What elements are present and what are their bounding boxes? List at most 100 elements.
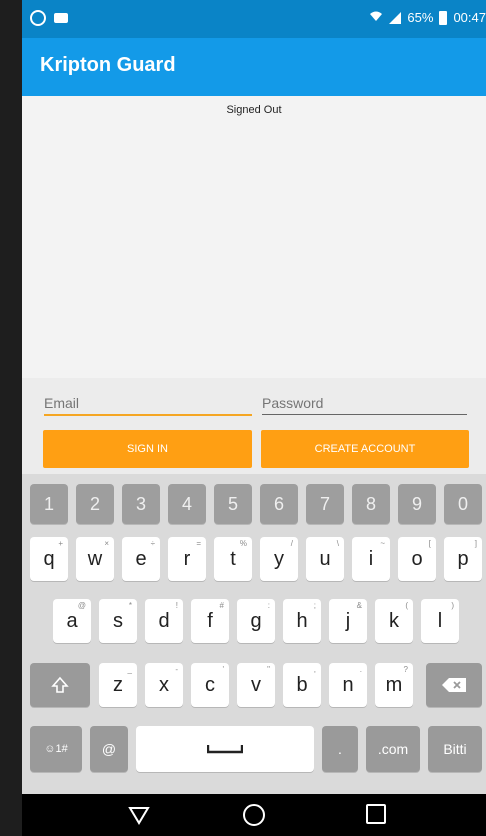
- key-letter: f: [207, 609, 213, 632]
- wifi-icon: [369, 10, 383, 25]
- shift-key[interactable]: [30, 663, 90, 707]
- done-key[interactable]: Bitti: [428, 726, 482, 772]
- key-b[interactable]: b,: [283, 663, 321, 707]
- key-0[interactable]: 0: [444, 484, 482, 524]
- period-key[interactable]: .: [322, 726, 358, 772]
- space-bar-icon: [207, 745, 243, 754]
- key-letter: b: [296, 673, 308, 696]
- key-letter: y: [274, 547, 284, 570]
- key-i[interactable]: i ~: [352, 537, 390, 581]
- key-o[interactable]: o[: [398, 537, 436, 581]
- key-h[interactable]: h;: [283, 599, 321, 643]
- key-k[interactable]: k(: [375, 599, 413, 643]
- back-icon[interactable]: [128, 804, 150, 826]
- key-r[interactable]: r =: [168, 537, 206, 581]
- home-icon[interactable]: [243, 804, 265, 826]
- key-letter: j: [345, 609, 351, 632]
- key-hint: #: [219, 601, 224, 610]
- key-hint: ×: [104, 539, 109, 548]
- key-letter: e: [135, 547, 147, 570]
- login-form: SIGN IN CREATE ACCOUNT: [22, 378, 486, 474]
- email-field[interactable]: [44, 390, 252, 416]
- key-g[interactable]: g:: [237, 599, 275, 643]
- key-j[interactable]: j &: [329, 599, 367, 643]
- key-m[interactable]: m?: [375, 663, 413, 707]
- key-c[interactable]: c ': [191, 663, 229, 707]
- key-l[interactable]: l): [421, 599, 459, 643]
- key-w[interactable]: w ×: [76, 537, 114, 581]
- key-1[interactable]: 1: [30, 484, 68, 524]
- dotcom-key[interactable]: .com: [366, 726, 420, 772]
- key-p[interactable]: p]: [444, 537, 482, 581]
- key-hint: ": [267, 665, 270, 674]
- message-icon: [54, 13, 68, 23]
- key-hint: (: [405, 601, 408, 610]
- recent-apps-icon[interactable]: [366, 804, 386, 824]
- key-letter: d: [158, 609, 170, 632]
- key-letter: m: [385, 673, 403, 696]
- key-6[interactable]: 6: [260, 484, 298, 524]
- key-letter: l: [437, 609, 443, 632]
- key-letter: v: [251, 673, 261, 696]
- content-area: Signed Out: [22, 96, 486, 378]
- key-e[interactable]: e ÷: [122, 537, 160, 581]
- key-3[interactable]: 3: [122, 484, 160, 524]
- key-s[interactable]: s *: [99, 599, 137, 643]
- key-letter: i: [368, 547, 374, 570]
- key-hint: &: [356, 601, 362, 610]
- key-7[interactable]: 7: [306, 484, 344, 524]
- key-a[interactable]: a @: [53, 599, 91, 643]
- key-hint: !: [175, 601, 178, 610]
- status-bar: 65% 00:47: [22, 0, 486, 38]
- key-y[interactable]: y /: [260, 537, 298, 581]
- key-letter: c: [205, 673, 215, 696]
- key-hint: ÷: [150, 539, 155, 548]
- key-5[interactable]: 5: [214, 484, 252, 524]
- backspace-icon: [442, 678, 466, 692]
- key-q[interactable]: q +: [30, 537, 68, 581]
- sign-in-button[interactable]: SIGN IN: [43, 430, 252, 468]
- symbols-key[interactable]: ☺1#: [30, 726, 82, 772]
- key-hint: ): [451, 601, 454, 610]
- key-hint: .: [359, 665, 362, 674]
- battery-icon: [439, 10, 448, 25]
- key-n[interactable]: n.: [329, 663, 367, 707]
- key-letter: u: [319, 547, 331, 570]
- key-x[interactable]: x-: [145, 663, 183, 707]
- key-4[interactable]: 4: [168, 484, 206, 524]
- key-9[interactable]: 9: [398, 484, 436, 524]
- phone-screen: 65% 00:47 Kripton Guard Signed Out SIGN …: [22, 0, 486, 836]
- key-u[interactable]: u \: [306, 537, 344, 581]
- soft-keyboard: 1 2 3 4 5 6 7 8 9 0 q + w × e ÷ r = t% y / u \…: [22, 474, 486, 794]
- at-key[interactable]: @: [90, 726, 128, 772]
- key-letter: n: [342, 673, 354, 696]
- key-2[interactable]: 2: [76, 484, 114, 524]
- key-letter: r: [183, 547, 191, 570]
- key-letter: k: [389, 609, 399, 632]
- backspace-key[interactable]: [426, 663, 482, 707]
- signal-icon: [389, 11, 402, 24]
- create-account-button[interactable]: CREATE ACCOUNT: [261, 430, 469, 468]
- password-field[interactable]: [262, 390, 467, 416]
- app-title: Kripton Guard: [40, 54, 176, 76]
- shift-icon: [51, 676, 69, 693]
- key-v[interactable]: v ": [237, 663, 275, 707]
- app-bar: Kripton Guard: [22, 38, 486, 96]
- key-d[interactable]: d!: [145, 599, 183, 643]
- clock: 00:47: [453, 10, 486, 25]
- email-underline: [44, 414, 252, 416]
- key-f[interactable]: f #: [191, 599, 229, 643]
- key-t[interactable]: t%: [214, 537, 252, 581]
- space-key[interactable]: [136, 726, 314, 772]
- key-hint: ;: [313, 601, 316, 610]
- key-hint: *: [128, 601, 132, 610]
- device-frame-left: [0, 0, 22, 836]
- key-letter: o: [411, 547, 423, 570]
- key-z[interactable]: z _: [99, 663, 137, 707]
- key-letter: t: [230, 547, 236, 570]
- key-hint: \: [336, 539, 339, 548]
- notification-icons: [30, 10, 68, 26]
- key-8[interactable]: 8: [352, 484, 390, 524]
- password-underline: [262, 414, 467, 415]
- key-hint: =: [196, 539, 201, 548]
